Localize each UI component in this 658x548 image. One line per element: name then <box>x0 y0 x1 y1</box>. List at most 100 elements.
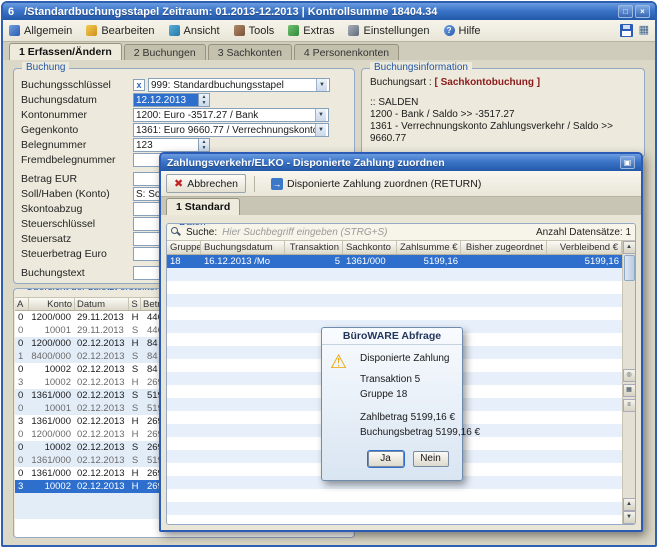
cell-datum: 02.12.2013 <box>75 441 129 454</box>
column-header-sachkonto[interactable]: Sachkonto <box>343 241 397 254</box>
main-window: 6 /Standardbuchungsstapel Zeitraum: 01.2… <box>1 1 657 547</box>
restore-icon[interactable]: □ <box>618 5 633 18</box>
msgbox-line: Disponierte Zahlung <box>360 353 456 365</box>
cell-s: H <box>129 480 141 493</box>
buchungsdatum-field[interactable]: 12.12.2013 <box>133 93 199 107</box>
chevron-down-icon[interactable]: ▼ <box>316 79 327 91</box>
msgbox-line: Buchungsbetrag 5199,16 € <box>360 427 456 439</box>
lookup-icon[interactable]: ◎ <box>623 369 636 382</box>
menu-extras[interactable]: Extras <box>288 25 334 37</box>
column-header-s[interactable]: S <box>129 298 141 310</box>
column-header-transaktion[interactable]: Transaktion <box>285 241 343 254</box>
buchungsschluessel-checkbox[interactable]: x <box>133 79 145 91</box>
date-spinner[interactable]: ▲▼ <box>199 93 210 107</box>
zahlung-zuordnen-button[interactable]: → Disponierte Zahlung zuordnen (RETURN) <box>263 174 489 193</box>
tab-standard[interactable]: 1 Standard <box>166 198 240 215</box>
buchungsdatum-label: Buchungsdatum <box>21 94 133 106</box>
cell-datum: 02.12.2013 <box>75 376 129 389</box>
zahlung-zuordnen-label: Disponierte Zahlung zuordnen (RETURN) <box>287 178 481 190</box>
chevron-down-icon[interactable]: ▼ <box>315 109 326 121</box>
tools-icon <box>234 25 245 36</box>
cell-a: 3 <box>15 480 29 493</box>
column-header-a[interactable]: A <box>15 298 29 310</box>
grid-view-icon[interactable]: ▦ <box>623 384 636 397</box>
cell-konto: 1361/000 <box>29 467 75 480</box>
tab-sachkonten[interactable]: 3 Sachkonten <box>208 44 292 60</box>
cell-a: 0 <box>15 337 29 350</box>
cell-transaktion: 5 <box>285 255 343 268</box>
close-icon[interactable]: × <box>635 5 650 18</box>
column-header-konto[interactable]: Konto <box>29 298 75 310</box>
belegnummer-field[interactable]: 123 <box>133 138 199 152</box>
cell-sachkonto: 1361/000 <box>343 255 397 268</box>
nein-button[interactable]: Nein <box>413 451 449 467</box>
column-header-datum[interactable]: Datum <box>75 298 129 310</box>
cell-s: H <box>129 376 141 389</box>
column-header-gruppe[interactable]: Gruppe <box>167 241 201 254</box>
cell-s: S <box>129 324 141 337</box>
cell-datum: 02.12.2013 <box>75 402 129 415</box>
tab-personenkonten[interactable]: 4 Personenkonten <box>294 44 399 60</box>
abbrechen-button[interactable]: ✖ Abbrechen <box>166 174 246 193</box>
cell-bisher-zugeordnet <box>461 255 547 268</box>
column-header-bisher-zugeordnet[interactable]: Bisher zugeordnet <box>461 241 547 254</box>
cell-konto: 1200/000 <box>29 428 75 441</box>
buchungsart-label: Buchungsart : <box>370 77 432 88</box>
cell-a: 0 <box>15 389 29 402</box>
menu-ansicht[interactable]: Ansicht <box>169 25 220 37</box>
scrollbar-thumb[interactable] <box>624 255 635 281</box>
column-header-buchungsdatum[interactable]: Buchungsdatum <box>201 241 285 254</box>
page-up-icon[interactable]: ▲ <box>623 498 636 511</box>
menu-label: Einstellungen <box>363 25 429 37</box>
payment-row[interactable]: 18 16.12.2013 /Mo 5 1361/000 5199,16 519… <box>167 255 622 268</box>
help-icon: ? <box>444 25 455 36</box>
buchungstext-label: Buchungstext <box>21 267 133 279</box>
menu-hilfe[interactable]: ? Hilfe <box>444 25 481 37</box>
cell-datum: 02.12.2013 <box>75 480 129 493</box>
column-header-verbleibend[interactable]: Verbleibend € <box>547 241 622 254</box>
scroll-down-icon[interactable]: ▼ <box>623 511 636 524</box>
gegenkonto-field[interactable]: 1361: Euro 9660.77 / Verrechnungskonto Z… <box>133 123 329 137</box>
msgbox-title: BüroWARE Abfrage <box>322 328 462 345</box>
tab-bar: 1 Erfassen/Ändern 2 Buchungen 3 Sachkont… <box>3 42 655 60</box>
dialog-toolbar: ✖ Abbrechen → Disponierte Zahlung zuordn… <box>161 171 641 197</box>
menubar: Allgemein Bearbeiten Ansicht Tools Extra… <box>3 20 655 42</box>
tab-buchungen[interactable]: 2 Buchungen <box>124 44 206 60</box>
menu-allgemein[interactable]: Allgemein <box>9 25 72 37</box>
column-header-zahlsumme[interactable]: Zahlsumme € <box>397 241 461 254</box>
steuersatz-label: Steuersatz <box>21 233 133 245</box>
kontonummer-field[interactable]: 1200: Euro -3517.27 / Bank ▼ <box>133 108 329 122</box>
cell-gruppe: 18 <box>167 255 201 268</box>
ja-button[interactable]: Ja <box>368 451 404 467</box>
buchungsart-value: [ Sachkontobuchung ] <box>435 77 541 88</box>
salden-header: :: SALDEN <box>370 97 638 109</box>
dialog-title: Zahlungsverkehr/ELKO - Disponierte Zahlu… <box>167 157 620 169</box>
save-icon[interactable] <box>620 24 633 37</box>
kontonummer-value: 1200: Euro -3517.27 / Bank <box>136 110 315 121</box>
cell-a: 0 <box>15 467 29 480</box>
menu-bearbeiten[interactable]: Bearbeiten <box>86 25 154 37</box>
dialog-window-icon[interactable]: ▣ <box>620 156 635 169</box>
grid-icon[interactable]: ▦ <box>639 24 649 37</box>
search-label: Suche: <box>186 227 217 238</box>
buchungsart-line: Buchungsart : [ Sachkontobuchung ] <box>370 77 638 89</box>
menu-einstellungen[interactable]: Einstellungen <box>348 25 429 37</box>
scroll-up-icon[interactable]: ▲ <box>623 241 636 254</box>
cell-datum: 02.12.2013 <box>75 428 129 441</box>
search-icon <box>171 227 181 237</box>
buchungsschluessel-field[interactable]: 999: Standardbuchungsstapel ▼ <box>148 78 330 92</box>
tab-erfassen-aendern[interactable]: 1 Erfassen/Ändern <box>9 43 122 60</box>
chevron-down-icon[interactable]: ▼ <box>315 124 326 136</box>
menu-label: Hilfe <box>459 25 481 37</box>
cell-konto: 10001 <box>29 402 75 415</box>
form-row: Buchungsdatum 12.12.2013 ▲▼ <box>21 93 348 107</box>
vertical-scrollbar[interactable]: ▲ ◎ ▦ ≡ ▲ ▼ <box>622 241 635 524</box>
cell-konto: 1361/000 <box>29 454 75 467</box>
beleg-spinner[interactable]: ▲▼ <box>199 138 210 152</box>
search-row: Suche: Hier Suchbegriff eingeben (STRG+S… <box>167 224 635 241</box>
list-view-icon[interactable]: ≡ <box>623 399 636 412</box>
cell-s: S <box>129 389 141 402</box>
gegenkonto-value: 1361: Euro 9660.77 / Verrechnungskonto Z… <box>136 125 315 136</box>
search-input[interactable]: Hier Suchbegriff eingeben (STRG+S) <box>222 227 531 238</box>
menu-tools[interactable]: Tools <box>234 25 275 37</box>
